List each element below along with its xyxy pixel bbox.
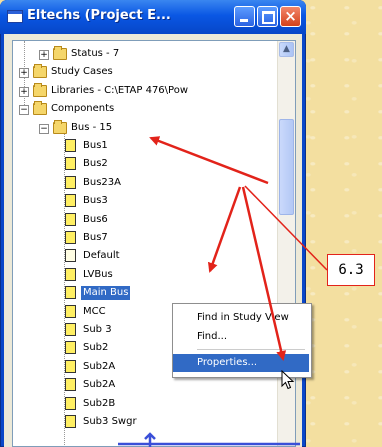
bus-icon <box>65 304 76 318</box>
bus-icon <box>65 396 76 410</box>
title-bar[interactable]: Eltechs (Project E... × <box>0 0 306 34</box>
tree-item-label: Bus3 <box>83 195 108 207</box>
tree-item-label: Status - 7 <box>71 48 120 59</box>
folder-icon <box>33 101 47 116</box>
bus-icon <box>65 157 76 171</box>
expand-icon[interactable]: + <box>39 50 49 60</box>
maximize-button[interactable] <box>257 6 278 27</box>
tree-item-label: Sub2A <box>83 360 116 372</box>
folder-icon <box>53 46 67 60</box>
tree-item-label: Bus1 <box>83 140 108 151</box>
bus-icon <box>65 359 76 373</box>
tree-item-label: Libraries - C:\ETAP 476\Pow <box>51 84 189 96</box>
tree-item-label: Bus - 15 <box>71 121 113 133</box>
tree-item-label: Bus6 <box>83 213 108 225</box>
bus-icon <box>65 341 76 355</box>
bus-icon <box>65 378 76 392</box>
menu-item-find-in-study-view[interactable]: Find in Study View <box>173 309 309 327</box>
tree-item-label: Sub2A <box>83 379 116 391</box>
tree-item-label: Bus7 <box>83 232 108 243</box>
menu-separator <box>197 349 305 350</box>
window-icon <box>7 10 23 23</box>
bus-icon <box>65 286 76 300</box>
bus-icon <box>65 249 76 263</box>
bus-icon <box>65 267 76 281</box>
minimize-button[interactable] <box>234 6 255 27</box>
tree-item-label: LVBus <box>83 268 113 280</box>
scroll-up-icon[interactable]: ▲ <box>279 42 294 57</box>
tree-item-label: Default <box>83 250 120 262</box>
bus-icon <box>65 212 76 226</box>
bus-icon <box>65 175 76 189</box>
close-button[interactable]: × <box>280 6 301 27</box>
bus-icon <box>65 194 76 208</box>
folder-icon <box>53 119 67 134</box>
bus-icon <box>65 323 76 336</box>
collapse-icon[interactable]: − <box>19 105 29 116</box>
tree-item-label: Sub3 Swgr <box>83 416 137 427</box>
minimize-icon <box>240 19 248 22</box>
folder-icon <box>33 64 47 79</box>
project-tree-view[interactable]: + Status - 7 + Study Cases + Libraries - C:\E… <box>12 40 296 447</box>
expand-icon[interactable]: + <box>19 68 29 79</box>
tree-item-label: Components <box>51 103 115 115</box>
mouse-pointer-icon <box>281 370 295 390</box>
annotation-callout: 6.3 <box>327 254 375 286</box>
bus-icon <box>65 415 76 428</box>
tree-item-label: Main Bus <box>81 286 131 301</box>
context-menu: Find in Study View Find... Properties... <box>172 303 312 378</box>
tree-item-label: Bus2 <box>83 158 108 170</box>
bus-icon <box>65 139 76 152</box>
tree-item-label: Sub 3 <box>83 324 112 335</box>
menu-item-find[interactable]: Find... <box>173 328 309 346</box>
scroll-thumb[interactable] <box>279 119 294 215</box>
expand-icon[interactable]: + <box>19 86 29 97</box>
tree-item-label: Study Cases <box>51 66 113 78</box>
close-icon: × <box>284 7 297 25</box>
tree-item-label: Sub2B <box>83 397 116 409</box>
bus-icon <box>65 231 76 244</box>
window-title: Eltechs (Project E... <box>27 8 171 23</box>
tree-item-label: Sub2 <box>83 342 109 354</box>
maximize-icon <box>262 11 275 24</box>
collapse-icon[interactable]: − <box>39 123 49 134</box>
tree-item-label: MCC <box>83 305 106 317</box>
tree-item-label: Bus23A <box>83 176 121 188</box>
folder-icon <box>33 82 47 97</box>
